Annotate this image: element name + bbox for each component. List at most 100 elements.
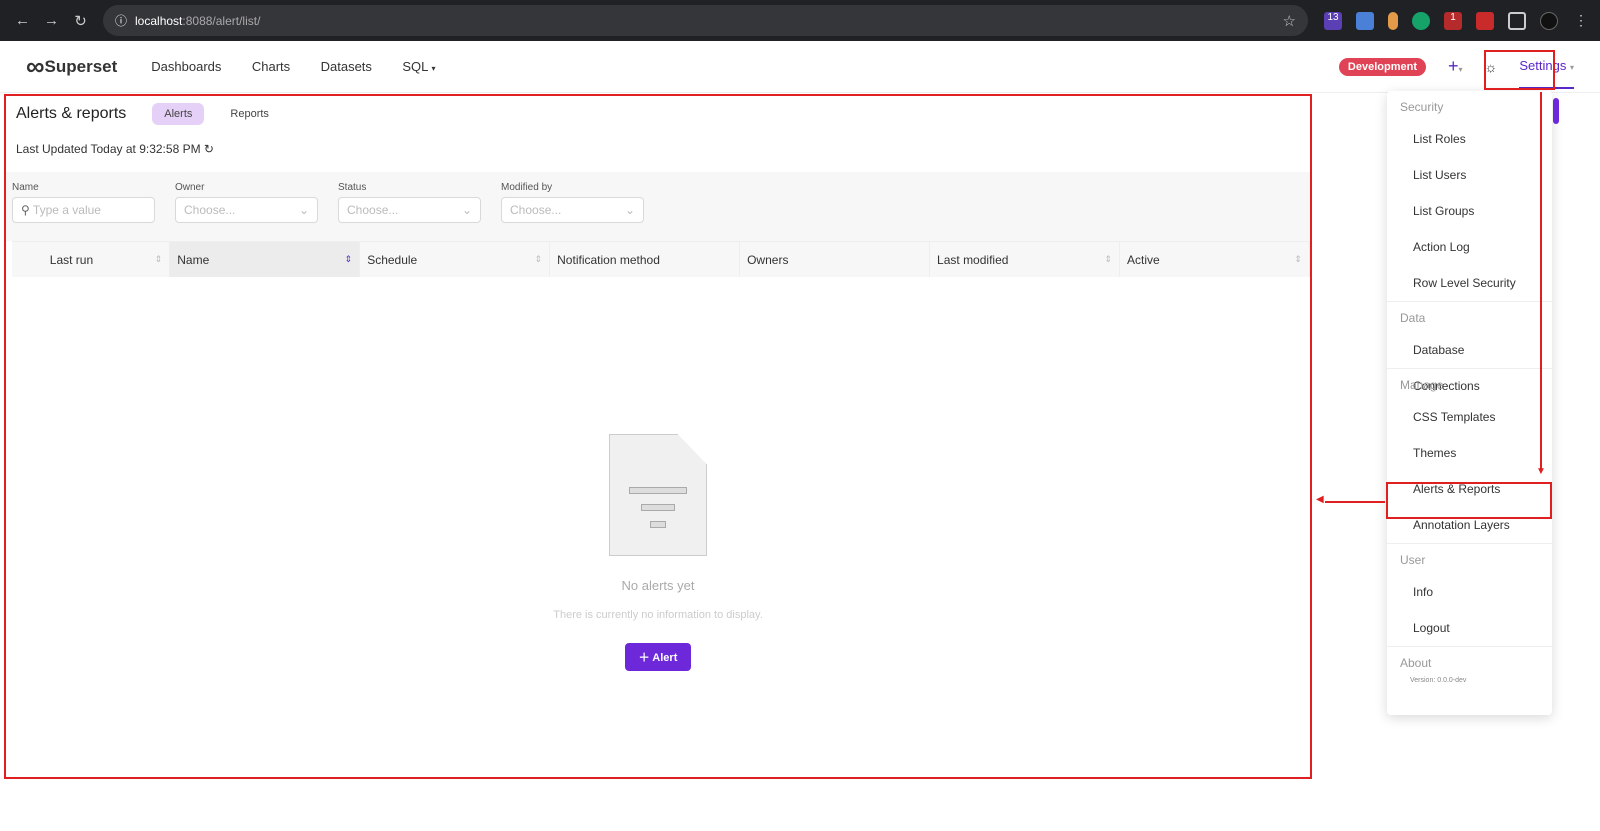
caret-down-icon: ▾ [1569,63,1574,72]
menu-item-info[interactable]: Info [1387,574,1552,610]
column-owners: Owners [740,242,931,277]
modified-by-select[interactable]: Choose... ⌄ [501,197,644,223]
filter-bar: Name ⚲ Type a value Owner Choose... ⌄ Statu… [6,172,1310,241]
site-info-icon[interactable]: ⓘ [115,12,127,29]
tab-alerts[interactable]: Alerts [152,103,205,125]
plus-icon: ＋ [638,652,650,664]
extension-icon[interactable]: 1 [1444,11,1462,30]
menu-item-list-users[interactable]: List Users [1387,157,1552,193]
column-notification-method: Notification method [550,242,741,277]
alerts-page: Alerts & reports Alerts Reports Last Upd… [4,94,1312,779]
menu-item-themes[interactable]: Themes [1387,435,1552,471]
column-name[interactable]: Name ⇕ [170,242,361,277]
profile-avatar[interactable] [1540,11,1558,30]
app-navbar: ∞ Superset Dashboards Charts Datasets SQL… [0,41,1600,93]
menu-item-css-templates[interactable]: CSS Templates [1387,399,1552,435]
nav-datasets[interactable]: Datasets [321,59,372,74]
translate-extension-icon[interactable] [1356,11,1374,30]
arrowhead-icon: ◀ [1316,494,1324,505]
refresh-icon[interactable]: ↻ [204,142,214,156]
filter-label: Modified by [501,182,553,193]
forward-icon[interactable]: → [37,12,66,29]
sort-icon: ⇕ [1104,254,1112,264]
menu-group-data: Data [1400,311,1426,325]
menu-item-list-roles[interactable]: List Roles [1387,121,1552,157]
column-label: Active [1127,252,1160,267]
name-search-input[interactable]: ⚲ Type a value [12,197,155,223]
column-last-run[interactable]: Last run ⇕ [43,242,171,277]
bookmark-star-icon[interactable]: ☆ [1283,12,1296,30]
page-title: Alerts & reports [16,105,127,122]
chevron-down-icon: ⌄ [624,203,635,217]
chevron-down-icon: ⌄ [461,203,472,217]
nav-dashboards[interactable]: Dashboards [151,59,221,74]
annotation-arrow-left [1325,501,1385,503]
menu-item-row-level-security[interactable]: Row Level Security [1387,265,1552,301]
arrowhead-icon: ▼ [1536,466,1546,477]
nav-charts[interactable]: Charts [252,59,290,74]
extension-icon[interactable] [1388,11,1398,30]
button-label: Alert [652,652,678,664]
filter-label: Owner [175,182,205,193]
placeholder: Choose... [184,203,236,217]
owner-select[interactable]: Choose... ⌄ [175,197,318,223]
column-label: Last run [49,252,94,267]
reload-icon[interactable]: ↻ [66,12,95,30]
sort-icon: ⇕ [154,254,163,264]
last-updated-text: Last Updated Today at 9:32:58 PM [16,142,201,156]
menu-group-security: Security [1400,100,1444,114]
filter-label: Name [12,182,39,193]
menu-item-logout[interactable]: Logout [1387,610,1552,646]
chevron-down-icon: ⌄ [298,203,309,217]
extension-icon[interactable] [1476,11,1494,30]
annotation-box-alerts-reports [1386,482,1552,519]
browser-toolbar: ← → ↻ ⓘ localhost:8088/alert/list/ ☆ 13 … [0,0,1600,41]
address-bar[interactable]: ⓘ localhost:8088/alert/list/ ☆ [103,5,1308,36]
partial-button[interactable] [1553,98,1559,124]
superset-logo[interactable]: ∞ Superset [26,51,117,82]
placeholder: Type a value [32,203,101,217]
menu-item-database-connections[interactable]: Database Connections [1387,332,1552,393]
nav-sql-label: SQL [402,58,428,74]
placeholder: Choose... [510,203,562,217]
environment-badge: Development [1338,57,1426,76]
last-updated: Last Updated Today at 9:32:58 PM ↻ [6,132,1310,166]
menu-group-about: About [1400,656,1432,670]
grammarly-icon[interactable] [1412,11,1430,30]
column-label: Notification method [557,252,660,267]
extensions-puzzle-icon[interactable] [1508,11,1526,30]
column-label: Owners [747,252,789,267]
menu-group-user: User [1400,553,1426,567]
infinity-logo-icon: ∞ [26,51,44,81]
extension-icon[interactable]: 13 [1324,11,1342,30]
column-active[interactable]: Active ⇕ [1120,242,1310,277]
sort-icon: ⇕ [344,254,353,264]
menu-item-action-log[interactable]: Action Log [1387,229,1552,265]
column-schedule[interactable]: Schedule ⇕ [360,242,551,277]
back-icon[interactable]: ← [8,12,37,29]
annotation-box-settings [1484,50,1555,90]
column-last-modified[interactable]: Last modified ⇕ [930,242,1120,277]
caret-down-icon: ▾ [431,63,436,73]
nav-sql[interactable]: SQL ▾ [402,59,435,74]
header-spacer [12,242,43,277]
menu-item-list-groups[interactable]: List Groups [1387,193,1552,229]
version-text: Version: 0.0.0-dev [1410,677,1467,684]
column-label: Schedule [367,252,418,267]
annotation-arrow-down [1540,92,1542,472]
url-host: localhost [135,13,183,28]
add-new-plus-icon[interactable]: +▾ [1448,56,1463,77]
tab-reports[interactable]: Reports [218,103,281,125]
status-select[interactable]: Choose... ⌄ [338,197,481,223]
empty-document-icon [609,434,707,556]
sort-icon: ⇕ [534,254,543,264]
url-path: :8088/alert/list/ [182,13,261,28]
browser-menu-icon[interactable]: ⋮ [1572,12,1590,30]
placeholder: Choose... [347,203,399,217]
empty-title: No alerts yet [621,578,695,593]
column-label: Last modified [937,252,1009,267]
brand-name: Superset [44,56,118,76]
empty-state: No alerts yet There is currently no info… [6,434,1310,671]
add-alert-button[interactable]: ＋ Alert [624,643,692,671]
table-header: Last run ⇕ Name ⇕ Schedule ⇕ Notification m… [12,241,1310,277]
